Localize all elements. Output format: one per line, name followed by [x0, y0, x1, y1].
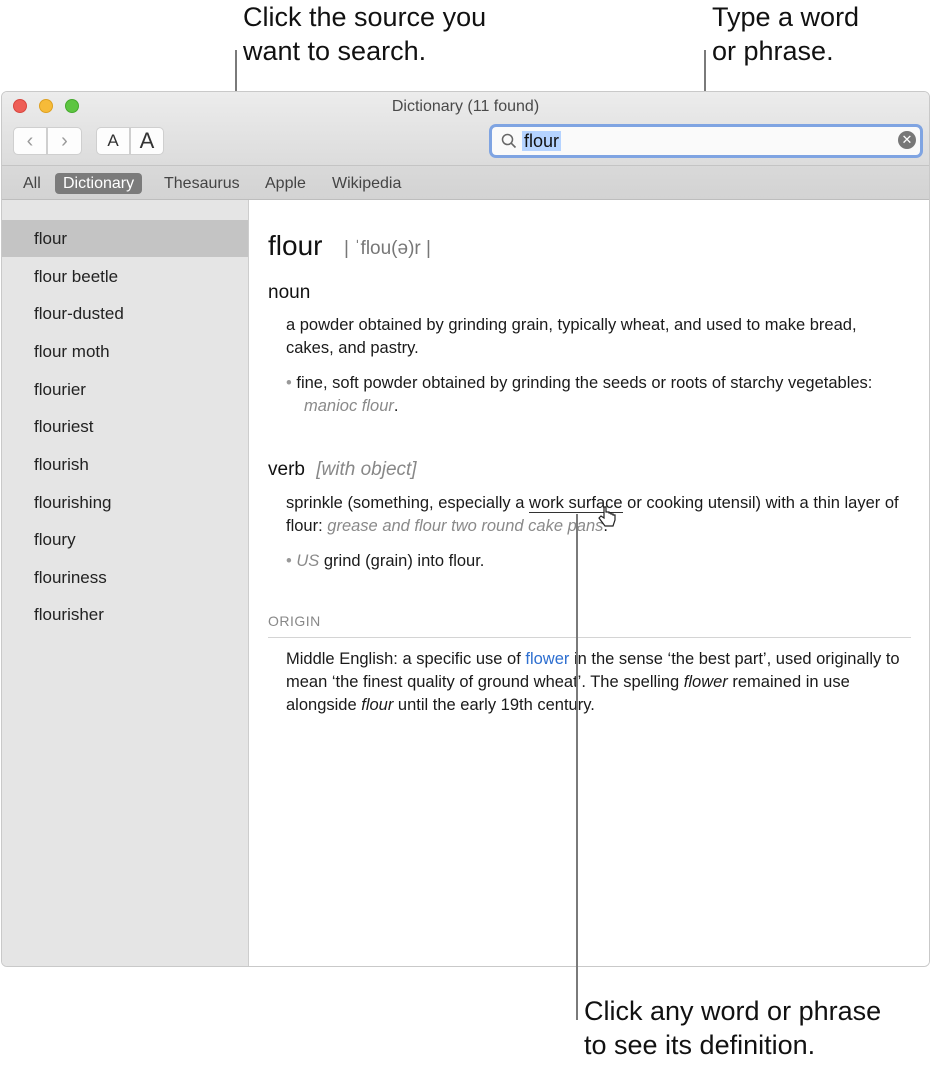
definition-pane: flour | ˈflou(ə)r | noun a powder obtain…	[249, 200, 929, 966]
clear-search-icon[interactable]: ✕	[898, 131, 916, 149]
example: grease and flour two round cake pans	[327, 517, 604, 535]
window-title: Dictionary (11 found)	[391, 98, 540, 115]
scope-thesaurus[interactable]: Thesaurus	[156, 173, 248, 194]
font-smaller-button[interactable]: A	[96, 127, 130, 155]
dictionary-window: Dictionary (11 found) ‹ › A A flour ✕ Al…	[1, 91, 930, 967]
divider	[268, 637, 911, 638]
noun-definition-2[interactable]: • fine, soft powder obtained by grinding…	[286, 372, 906, 418]
results-sidebar: flour flour beetle flour-dusted flour mo…	[2, 200, 249, 966]
grammar-note: [with object]	[316, 459, 417, 480]
bullet: •	[286, 374, 292, 392]
bullet: •	[286, 552, 292, 570]
search-field[interactable]: flour ✕	[489, 124, 923, 158]
font-larger-button[interactable]: A	[130, 127, 164, 155]
result-item[interactable]: flouriness	[2, 559, 248, 596]
result-item[interactable]: flouriest	[2, 408, 248, 445]
result-item[interactable]: flour moth	[2, 333, 248, 370]
result-item[interactable]: floury	[2, 521, 248, 558]
chevron-left-icon: ‹	[26, 129, 34, 152]
search-icon	[501, 133, 517, 149]
callout-search: Type a word or phrase.	[712, 2, 860, 66]
callout-source: Click the source you want to search.	[243, 2, 487, 66]
result-item[interactable]: flour beetle	[2, 258, 248, 295]
flower-link[interactable]: flower	[525, 650, 569, 668]
scope-dictionary[interactable]: Dictionary	[55, 173, 143, 194]
pointer-hand-icon	[598, 506, 616, 527]
callout-line-definition	[576, 514, 578, 1020]
title-bar: Dictionary (11 found) ‹ › A A flour ✕	[2, 92, 929, 166]
region-label: US	[296, 552, 320, 570]
origin-heading: ORIGIN	[268, 613, 321, 629]
chevron-right-icon: ›	[61, 129, 68, 152]
callout-definition: Click any word or phrase to see its defi…	[584, 996, 882, 1060]
result-item[interactable]: flourish	[2, 446, 248, 483]
pronunciation: | ˈflou(ə)r |	[344, 238, 431, 259]
scope-all[interactable]: All	[15, 173, 49, 194]
verb-definition-2[interactable]: • US grind (grain) into flour.	[286, 550, 906, 573]
verb-definition-1[interactable]: sprinkle (something, especially a work s…	[286, 492, 906, 538]
source-scope-bar: All Dictionary Thesaurus Apple Wikipedia	[2, 166, 929, 200]
result-item[interactable]: flour	[2, 220, 248, 257]
scope-wikipedia[interactable]: Wikipedia	[324, 173, 409, 194]
search-input[interactable]: flour	[522, 131, 562, 151]
noun-definition-1[interactable]: a powder obtained by grinding grain, typ…	[286, 314, 906, 360]
pos-noun: noun	[268, 282, 311, 303]
origin-text[interactable]: Middle English: a specific use of flower…	[286, 648, 906, 717]
result-item[interactable]: flourisher	[2, 596, 248, 633]
result-item[interactable]: flourishing	[2, 484, 248, 521]
result-item[interactable]: flourier	[2, 371, 248, 408]
scope-apple[interactable]: Apple	[257, 173, 314, 194]
headword: flour	[268, 230, 323, 261]
back-button[interactable]: ‹	[13, 127, 47, 155]
result-item[interactable]: flour-dusted	[2, 295, 248, 332]
example: manioc flour	[304, 397, 394, 415]
forward-button[interactable]: ›	[47, 127, 82, 155]
pos-verb: verb [with object]	[268, 459, 417, 480]
